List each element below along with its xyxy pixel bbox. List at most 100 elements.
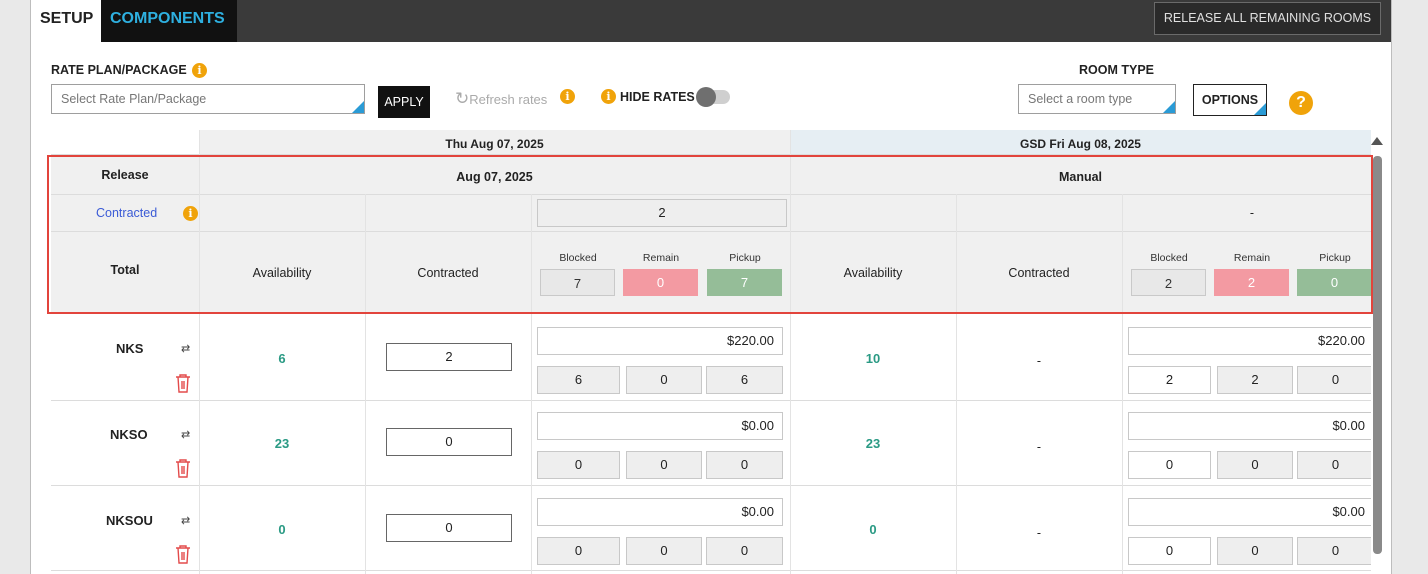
divider	[531, 194, 532, 574]
swap-arrows-icon[interactable]: ⇄	[181, 514, 190, 527]
release-all-button[interactable]: RELEASE ALL REMAINING ROOMS	[1154, 2, 1381, 35]
day2-remain-label: Remain	[1233, 252, 1271, 264]
room-type-select[interactable]: Select a room type	[1018, 84, 1176, 114]
options-button[interactable]: OPTIONS	[1193, 84, 1267, 116]
room-name: NKSOU	[106, 513, 153, 528]
room-type-placeholder: Select a room type	[1028, 92, 1133, 106]
room-name: NKS	[116, 341, 144, 356]
room-type-label: ROOM TYPE	[1079, 63, 1155, 77]
page-frame: SETUP COMPONENTS RELEASE ALL REMAINING R…	[30, 0, 1392, 574]
rate-input[interactable]: $0.00	[1128, 412, 1371, 440]
swap-arrows-icon[interactable]: ⇄	[181, 428, 190, 441]
contracted-value: -	[1036, 354, 1042, 368]
rooms-grid: Thu Aug 07, 2025 GSD Fri Aug 08, 2025 Re…	[51, 130, 1371, 574]
blocked-value: 0	[537, 451, 620, 479]
contracted-link[interactable]: Contracted	[96, 206, 157, 220]
rate-input[interactable]: $220.00	[537, 327, 783, 355]
availability-value: 23	[274, 436, 290, 451]
rate-input[interactable]: $0.00	[537, 498, 783, 526]
day2-release: Manual	[1058, 170, 1103, 184]
divider	[51, 485, 1371, 486]
availability-value: 6	[278, 351, 286, 366]
day1-contracted-header: Contracted	[417, 266, 479, 280]
divider	[1122, 194, 1123, 574]
remain-value: 0	[626, 366, 702, 394]
pickup-value: 6	[706, 366, 783, 394]
trash-icon[interactable]	[175, 373, 191, 393]
blocked-value: 6	[537, 366, 620, 394]
hide-rates-toggle[interactable]	[696, 87, 730, 107]
day2-availability-header: Availability	[843, 266, 903, 280]
corner-cell	[51, 130, 199, 154]
blocked-input[interactable]: 0	[1128, 537, 1211, 565]
options-label: OPTIONS	[1201, 93, 1259, 107]
tab-components[interactable]: COMPONENTS	[101, 0, 237, 42]
rate-plan-label: RATE PLAN/PACKAGE	[51, 63, 187, 77]
day2-blocked-total: 2	[1131, 269, 1206, 296]
pickup-value: 0	[1297, 537, 1371, 565]
help-question-icon[interactable]: ?	[1289, 91, 1313, 115]
day1-remain-label: Remain	[642, 252, 680, 264]
remain-value: 0	[1217, 451, 1293, 479]
pickup-value: 0	[706, 451, 783, 479]
remain-value: 0	[1217, 537, 1293, 565]
contracted-input[interactable]: 0	[386, 514, 512, 542]
blocked-input[interactable]: 2	[1128, 366, 1211, 394]
remain-value: 0	[626, 451, 702, 479]
day2-pickup-label: Pickup	[1319, 252, 1351, 264]
dropdown-corner-icon	[1254, 103, 1266, 115]
day1-blocked-total: 7	[540, 269, 615, 296]
rate-input[interactable]: $0.00	[537, 412, 783, 440]
blocked-value: 0	[537, 537, 620, 565]
top-bar: SETUP COMPONENTS RELEASE ALL REMAINING R…	[31, 0, 1391, 42]
info-icon[interactable]: i	[192, 63, 207, 78]
info-icon[interactable]: i	[183, 206, 198, 221]
dropdown-corner-icon	[1163, 101, 1175, 113]
contracted-input[interactable]: 0	[386, 428, 512, 456]
contracted-input[interactable]: 2	[386, 343, 512, 371]
day1-pickup-total: 7	[707, 269, 782, 296]
day1-contracted-total: 2	[537, 199, 787, 227]
hide-rates-label: HIDE RATES	[620, 90, 695, 104]
trash-icon[interactable]	[175, 544, 191, 564]
trash-icon[interactable]	[175, 458, 191, 478]
pickup-value: 0	[1297, 451, 1371, 479]
day2-contracted-total: -	[1249, 206, 1255, 220]
scroll-up-icon[interactable]	[1371, 137, 1383, 145]
day1-availability-header: Availability	[252, 266, 312, 280]
contracted-value: -	[1036, 526, 1042, 540]
scrollbar-thumb[interactable]	[1373, 156, 1382, 554]
rate-plan-select[interactable]: Select Rate Plan/Package	[51, 84, 365, 114]
divider	[51, 400, 1371, 401]
remain-value: 0	[626, 537, 702, 565]
divider	[51, 570, 1371, 571]
refresh-rates-button[interactable]: ↻Refresh rates	[455, 89, 547, 109]
blocked-input[interactable]: 0	[1128, 451, 1211, 479]
availability-value: 23	[865, 436, 881, 451]
contracted-value: -	[1036, 440, 1042, 454]
divider	[956, 194, 957, 574]
refresh-rates-label: Refresh rates	[469, 92, 548, 107]
day2-header: GSD Fri Aug 08, 2025	[1020, 137, 1141, 151]
day1-blocked-label: Blocked	[559, 252, 597, 264]
divider	[51, 154, 1371, 155]
rate-input[interactable]: $0.00	[1128, 498, 1371, 526]
refresh-icon: ↻	[455, 89, 470, 108]
apply-button[interactable]: APPLY	[378, 86, 430, 118]
info-icon[interactable]: i	[560, 89, 575, 104]
swap-arrows-icon[interactable]: ⇄	[181, 342, 190, 355]
tab-setup[interactable]: SETUP	[31, 0, 101, 42]
pickup-value: 0	[706, 537, 783, 565]
availability-value: 0	[278, 522, 286, 537]
day2-pickup-total: 0	[1297, 269, 1371, 296]
day1-remain-total: 0	[623, 269, 698, 296]
info-icon[interactable]: i	[601, 89, 616, 104]
pickup-value: 0	[1297, 366, 1371, 394]
availability-value: 0	[869, 522, 877, 537]
availability-value: 10	[865, 351, 881, 366]
rate-input[interactable]: $220.00	[1128, 327, 1371, 355]
day2-remain-total: 2	[1214, 269, 1289, 296]
divider	[51, 231, 1371, 232]
divider	[365, 194, 366, 574]
day1-release: Aug 07, 2025	[456, 170, 533, 184]
